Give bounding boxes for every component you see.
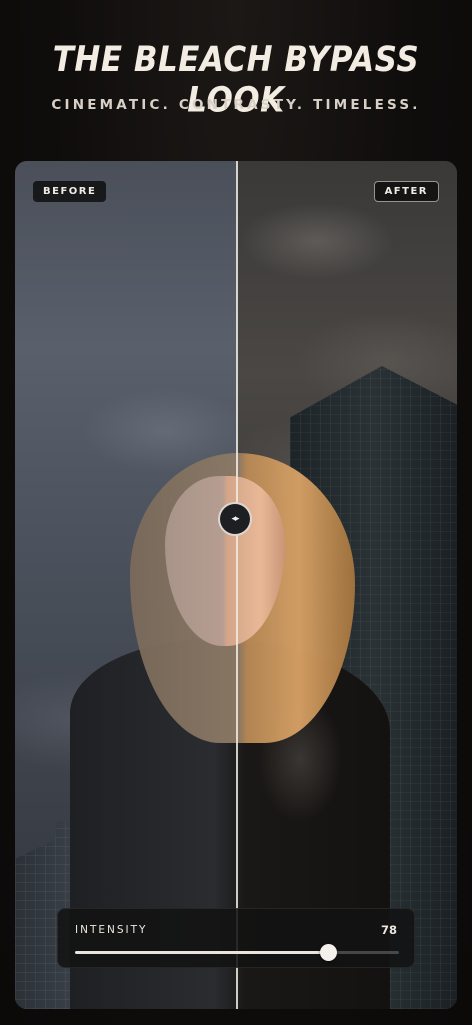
intensity-slider-thumb[interactable] — [319, 944, 337, 961]
after-badge: AFTER — [373, 181, 439, 202]
intensity-panel: INTENSITY 78 — [57, 908, 415, 968]
before-after-comparison[interactable]: ◂▸ BEFORE AFTER — [15, 161, 457, 1009]
page-subtitle: CINEMATIC. CONTRASTY. TIMELESS. — [51, 97, 421, 113]
split-divider[interactable] — [236, 161, 238, 1009]
split-handle-icon[interactable]: ◂▸ — [218, 502, 252, 536]
before-badge: BEFORE — [33, 181, 107, 202]
screen: THE BLEACH BYPASS LOOK CINEMATIC. CONTRA… — [0, 0, 472, 1025]
intensity-value: 78 — [380, 923, 397, 937]
intensity-label: INTENSITY — [75, 924, 148, 936]
intensity-slider-fill — [75, 951, 328, 954]
intensity-slider[interactable] — [75, 944, 399, 961]
